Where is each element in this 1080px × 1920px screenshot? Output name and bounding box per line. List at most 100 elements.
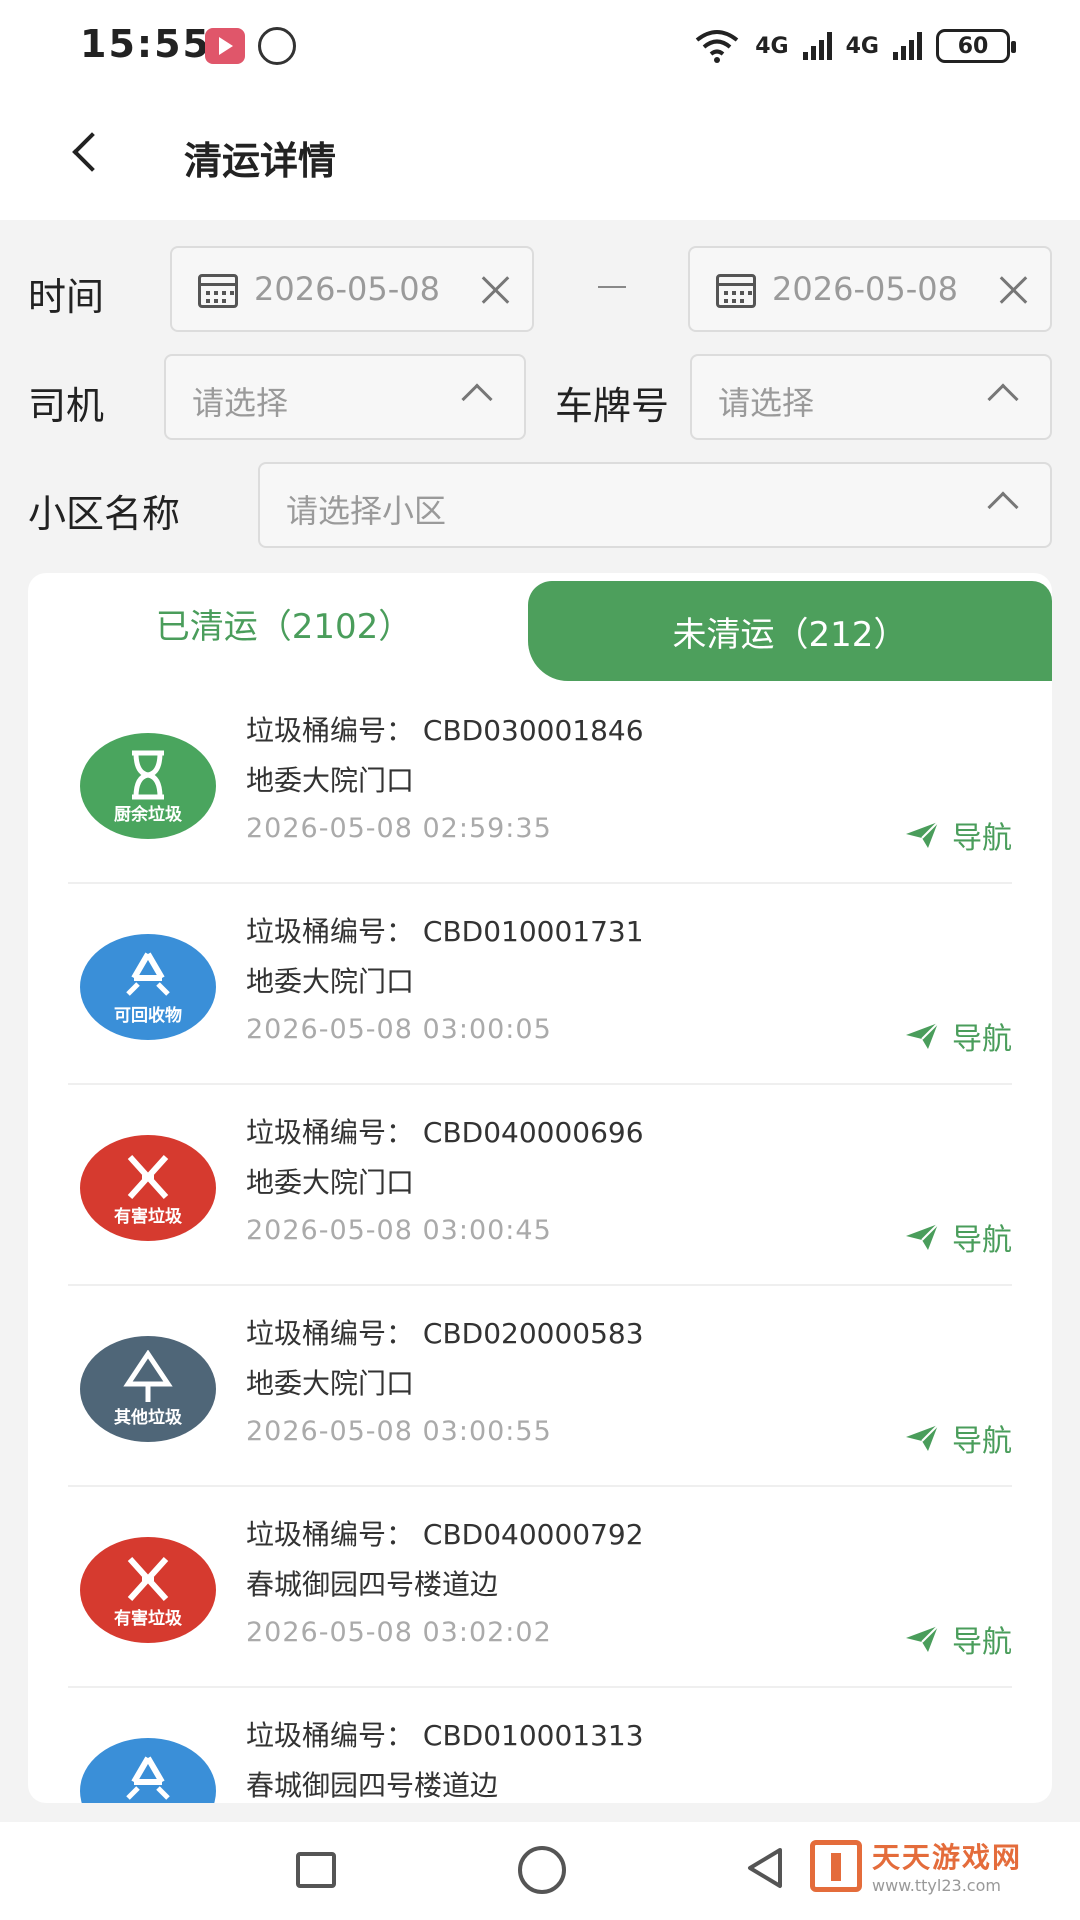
watermark-url: www.ttyl23.com: [872, 1876, 1001, 1895]
hazard-icon: [118, 1551, 178, 1607]
send-icon: [906, 821, 939, 848]
driver-select[interactable]: 请选择: [164, 354, 526, 440]
bin-number: 垃圾桶编号： CBD020000583: [246, 1317, 644, 1350]
signal-icon-1: [802, 32, 832, 60]
clear-time: 2026-05-08 03:00:45: [246, 1215, 552, 1246]
navigate-button[interactable]: 导航: [904, 1617, 1012, 1661]
navigate-button[interactable]: 导航: [904, 813, 1012, 857]
navigate-label: 导航: [952, 821, 1012, 856]
waste-type-label: 有害垃圾: [114, 1609, 182, 1629]
clear-icon[interactable]: [480, 274, 512, 306]
signal-icon-2: [893, 32, 922, 60]
start-date-value: 2026-05-08: [254, 270, 440, 308]
bin-number: 垃圾桶编号： CBD010001731: [246, 915, 644, 948]
record-row[interactable]: 厨余垃圾 垃圾桶编号： CBD030001846 地委大院门口 2026-05-08 …: [68, 683, 1012, 884]
record-row[interactable]: 可回收物 垃圾桶编号： CBD010001731 地委大院门口 2026-05-08 …: [68, 884, 1012, 1085]
page-title: 清运详情: [184, 139, 337, 183]
watermark: 天天游戏网 www.ttyl23.com: [810, 1836, 1022, 1895]
send-icon: [906, 1022, 939, 1049]
battery-icon: 60: [936, 29, 1016, 63]
bin-number: 垃圾桶编号： CBD040000792: [246, 1518, 644, 1551]
record-row[interactable]: 可回收物垃圾桶编号： CBD010001313 春城御园四号楼道边: [68, 1688, 1012, 1803]
hourglass-icon: [118, 747, 178, 803]
plate-select[interactable]: 请选择: [690, 354, 1052, 440]
navigate-label: 导航: [952, 1022, 1012, 1057]
driver-label: 司机: [28, 384, 105, 428]
bin-location: 春城御园四号楼道边: [246, 1568, 499, 1601]
chevron-up-icon: [461, 383, 493, 415]
bin-location: 春城御园四号楼道边: [246, 1769, 499, 1802]
bin-location: 地委大院门口: [246, 1367, 415, 1400]
send-icon: [906, 1424, 939, 1451]
tab-cleared[interactable]: 已清运（2102）: [28, 573, 540, 673]
recycle-icon: [118, 1752, 178, 1803]
navigate-button[interactable]: 导航: [904, 1416, 1012, 1460]
system-back-button[interactable]: [744, 1846, 784, 1890]
waste-type-label: 可回收物: [114, 1006, 182, 1026]
waste-type-badge: 可回收物: [80, 934, 216, 1040]
record-row[interactable]: 有害垃圾 垃圾桶编号： CBD040000696 地委大院门口 2026-05-08 …: [68, 1085, 1012, 1286]
status-indicators: 4G 4G 60: [693, 26, 1016, 66]
end-date-field[interactable]: 2026-05-08: [688, 246, 1052, 332]
hand-app-icon: [258, 27, 296, 65]
community-select[interactable]: 请选择小区: [258, 462, 1052, 548]
date-separator: [598, 286, 626, 288]
system-nav-bar: 天天游戏网 www.ttyl23.com: [0, 1822, 1080, 1920]
watermark-title: 天天游戏网: [872, 1841, 1023, 1874]
records-card: 已清运（2102） 未清运（212） 厨余垃圾 垃圾桶编号： CBD0300018…: [28, 573, 1052, 1803]
tab-uncleared[interactable]: 未清运（212）: [528, 581, 1052, 681]
waste-type-badge: 有害垃圾: [80, 1537, 216, 1643]
clear-time: 2026-05-08 03:02:02: [246, 1617, 552, 1648]
waste-type-badge: 其他垃圾: [80, 1336, 216, 1442]
other-waste-icon: [118, 1349, 178, 1406]
bin-number: 垃圾桶编号： CBD040000696: [246, 1116, 644, 1149]
chevron-up-icon: [987, 383, 1019, 415]
clear-time: 2026-05-08 03:00:05: [246, 1014, 552, 1045]
waste-type-badge: 可回收物: [80, 1738, 216, 1803]
clear-time: 2026-05-08 03:00:55: [246, 1416, 552, 1447]
end-date-value: 2026-05-08: [772, 270, 958, 308]
waste-type-label: 有害垃圾: [114, 1207, 182, 1227]
bin-number: 垃圾桶编号： CBD010001313: [246, 1719, 644, 1752]
time-label: 时间: [28, 275, 105, 319]
waste-type-label: 其他垃圾: [114, 1408, 182, 1428]
navigate-label: 导航: [952, 1625, 1012, 1660]
record-row[interactable]: 有害垃圾 垃圾桶编号： CBD040000792 春城御园四号楼道边 2026-05-…: [68, 1487, 1012, 1688]
watermark-logo-icon: [810, 1839, 862, 1892]
record-list: 厨余垃圾 垃圾桶编号： CBD030001846 地委大院门口 2026-05-08 …: [28, 683, 1052, 1803]
navigate-label: 导航: [952, 1223, 1012, 1258]
chevron-up-icon: [987, 491, 1019, 523]
home-button[interactable]: [518, 1846, 566, 1894]
wifi-icon: [696, 30, 739, 63]
waste-type-label: 厨余垃圾: [114, 805, 182, 825]
back-button[interactable]: [60, 124, 120, 184]
waste-type-badge: 有害垃圾: [80, 1135, 216, 1241]
navigate-button[interactable]: 导航: [904, 1215, 1012, 1259]
community-label: 小区名称: [28, 492, 181, 536]
driver-placeholder: 请选择: [192, 384, 289, 422]
status-time: 15:55: [80, 22, 211, 66]
record-row[interactable]: 其他垃圾 垃圾桶编号： CBD020000583 地委大院门口 2026-05-08 …: [68, 1286, 1012, 1487]
battery-level: 60: [957, 33, 989, 59]
recent-apps-button[interactable]: [296, 1852, 336, 1888]
bin-number: 垃圾桶编号： CBD030001846: [246, 714, 644, 747]
community-placeholder: 请选择小区: [286, 492, 447, 530]
clear-icon[interactable]: [998, 274, 1030, 306]
bin-location: 地委大院门口: [246, 965, 415, 998]
plate-placeholder: 请选择: [718, 384, 815, 422]
recycle-icon: [118, 948, 178, 1004]
navigate-button[interactable]: 导航: [904, 1014, 1012, 1058]
calendar-icon: [716, 274, 756, 308]
bin-location: 地委大院门口: [246, 764, 415, 797]
status-bar: 15:55 4G 4G 60: [0, 0, 1080, 92]
navigate-label: 导航: [952, 1424, 1012, 1459]
network-label-2: 4G: [845, 33, 879, 59]
header: 清运详情: [0, 92, 1080, 220]
clear-time: 2026-05-08 02:59:35: [246, 813, 552, 844]
send-icon: [906, 1625, 939, 1652]
calendar-icon: [198, 274, 238, 308]
send-icon: [906, 1223, 939, 1250]
network-label-1: 4G: [755, 33, 789, 59]
start-date-field[interactable]: 2026-05-08: [170, 246, 534, 332]
video-app-icon: [205, 28, 245, 64]
